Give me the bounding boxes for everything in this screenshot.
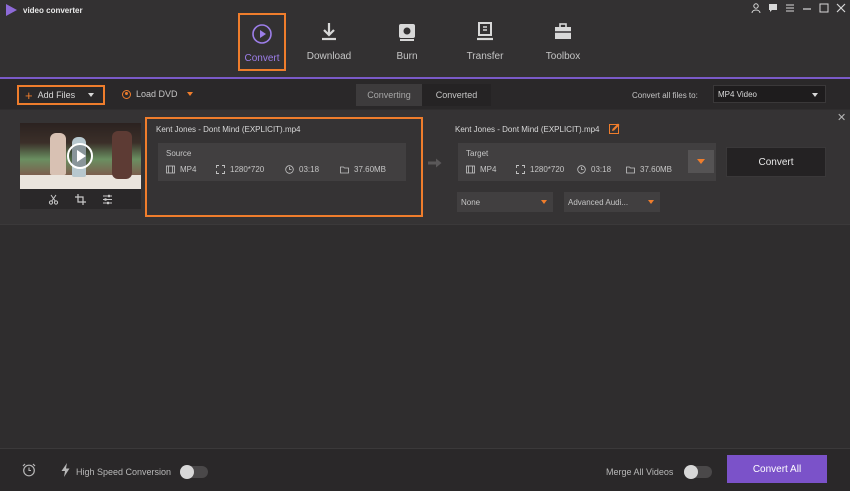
app-header: video converter Convert Download Burn Tr… bbox=[0, 0, 850, 79]
subtitle-select[interactable]: None bbox=[457, 192, 553, 212]
output-format-value: MP4 Video bbox=[718, 89, 757, 99]
output-format-select[interactable]: MP4 Video bbox=[713, 85, 826, 103]
tab-toolbox-label: Toolbox bbox=[545, 51, 581, 62]
load-dvd-label: Load DVD bbox=[136, 89, 178, 99]
source-file-name: Kent Jones - Dont Mind (EXPLICIT).mp4 bbox=[156, 125, 301, 134]
tab-burn-label: Burn bbox=[396, 51, 418, 62]
logo-icon bbox=[6, 4, 17, 16]
tab-burn[interactable]: Burn bbox=[368, 13, 446, 71]
app-logo: video converter bbox=[6, 4, 83, 16]
source-info: Source MP4 1280*720 03:18 37.60MB bbox=[158, 143, 406, 181]
merge-label: Merge All Videos bbox=[606, 467, 674, 477]
chevron-down-icon bbox=[812, 93, 818, 97]
load-dvd-button[interactable]: Load DVD bbox=[122, 89, 193, 99]
transfer-icon bbox=[477, 22, 493, 41]
user-icon[interactable] bbox=[750, 2, 761, 13]
remove-file-icon[interactable]: ✕ bbox=[837, 111, 846, 124]
clock-icon bbox=[577, 165, 586, 174]
trim-icon[interactable] bbox=[48, 194, 59, 205]
tab-download-label: Download bbox=[306, 51, 352, 62]
film-icon bbox=[166, 165, 175, 174]
target-duration-value: 03:18 bbox=[591, 165, 612, 174]
source-duration: 03:18 bbox=[285, 165, 319, 174]
target-file-name: Kent Jones - Dont Mind (EXPLICIT).mp4 bbox=[455, 125, 600, 134]
convert-icon bbox=[252, 24, 272, 44]
toolbox-icon bbox=[555, 23, 571, 39]
source-duration-value: 03:18 bbox=[299, 165, 320, 174]
alarm-clock-icon[interactable] bbox=[22, 463, 36, 477]
source-title: Source bbox=[166, 149, 192, 158]
folder-icon bbox=[340, 166, 349, 174]
target-resolution-value: 1280*720 bbox=[530, 165, 565, 174]
plus-icon: + bbox=[25, 87, 33, 103]
menu-icon[interactable] bbox=[784, 2, 795, 13]
edit-tools bbox=[20, 189, 141, 209]
tab-convert-label: Convert bbox=[244, 53, 280, 64]
high-speed-label: High Speed Conversion bbox=[76, 467, 172, 477]
convert-all-button[interactable]: Convert All bbox=[727, 455, 827, 483]
tab-converted[interactable]: Converted bbox=[422, 84, 491, 106]
tab-transfer[interactable]: Transfer bbox=[446, 13, 524, 71]
audio-select-value: Advanced Audi... bbox=[568, 197, 629, 207]
edit-icon[interactable] bbox=[609, 123, 620, 134]
maximize-icon[interactable] bbox=[818, 2, 829, 13]
subtitle-select-value: None bbox=[461, 197, 481, 207]
audio-select[interactable]: Advanced Audi... bbox=[564, 192, 660, 212]
tab-converting[interactable]: Converting bbox=[356, 84, 422, 106]
window-controls bbox=[750, 2, 846, 13]
tab-toolbox[interactable]: Toolbox bbox=[524, 13, 602, 71]
minimize-icon[interactable] bbox=[801, 2, 812, 13]
chevron-down-icon bbox=[541, 200, 547, 204]
target-format: MP4 bbox=[466, 165, 496, 174]
source-format: MP4 bbox=[166, 165, 196, 174]
tab-transfer-label: Transfer bbox=[466, 51, 504, 62]
add-files-label: Add Files bbox=[37, 90, 76, 100]
add-files-button[interactable]: + Add Files bbox=[17, 85, 105, 105]
target-info: Target MP4 1280*720 03:18 37.60MB bbox=[458, 143, 716, 181]
download-icon bbox=[322, 23, 336, 41]
target-format-dropdown[interactable] bbox=[688, 150, 714, 173]
tab-convert[interactable]: Convert bbox=[238, 13, 286, 71]
high-speed-toggle[interactable] bbox=[180, 465, 208, 479]
message-icon[interactable] bbox=[767, 2, 778, 13]
source-resolution: 1280*720 bbox=[216, 165, 264, 174]
arrow-right-icon bbox=[428, 158, 442, 168]
close-icon[interactable] bbox=[835, 2, 846, 13]
play-icon[interactable] bbox=[67, 143, 93, 169]
tab-download[interactable]: Download bbox=[290, 13, 368, 71]
app-title: video converter bbox=[23, 5, 83, 15]
merge-toggle[interactable] bbox=[684, 465, 712, 479]
file-list-area bbox=[0, 224, 850, 448]
chevron-down-icon[interactable] bbox=[186, 92, 193, 96]
chevron-down-icon[interactable] bbox=[88, 93, 95, 97]
main-nav: Convert Download Burn Transfer Toolbox bbox=[238, 13, 602, 71]
convert-all-to-label: Convert all files to: bbox=[632, 91, 698, 100]
chevron-down-icon bbox=[648, 200, 654, 204]
video-thumbnail-panel bbox=[20, 123, 141, 209]
target-format-value: MP4 bbox=[480, 165, 497, 174]
convert-button[interactable]: Convert bbox=[726, 147, 826, 177]
source-size: 37.60MB bbox=[340, 165, 386, 174]
source-resolution-value: 1280*720 bbox=[230, 165, 265, 174]
film-icon bbox=[466, 165, 475, 174]
target-resolution: 1280*720 bbox=[516, 165, 564, 174]
source-format-value: MP4 bbox=[180, 165, 197, 174]
target-duration: 03:18 bbox=[577, 165, 611, 174]
burn-icon bbox=[399, 24, 415, 41]
crop-icon[interactable] bbox=[75, 193, 86, 205]
status-tabs: Converting Converted bbox=[356, 84, 491, 106]
resolution-icon bbox=[216, 165, 225, 174]
disc-icon bbox=[122, 89, 131, 99]
target-size-value: 37.60MB bbox=[640, 165, 673, 174]
lightning-icon bbox=[61, 463, 70, 477]
video-thumbnail[interactable] bbox=[20, 123, 141, 189]
target-title: Target bbox=[466, 149, 489, 158]
clock-icon bbox=[285, 165, 294, 174]
effects-icon[interactable] bbox=[102, 194, 113, 205]
folder-icon bbox=[626, 166, 635, 174]
source-size-value: 37.60MB bbox=[354, 165, 387, 174]
resolution-icon bbox=[516, 165, 525, 174]
target-size: 37.60MB bbox=[626, 165, 672, 174]
